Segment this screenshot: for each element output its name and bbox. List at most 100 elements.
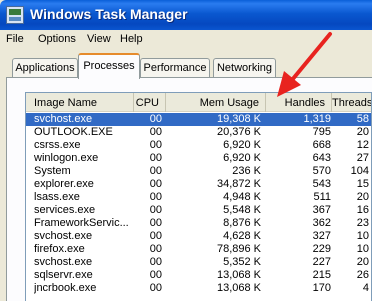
process-mem-usage: 6,920 K xyxy=(223,139,261,151)
process-handles: 215 xyxy=(312,269,331,281)
process-rows: svchost.exe 00 19,308 K 1,319 58 OUTLOOK.EXE 0… xyxy=(26,113,371,295)
process-handles: 327 xyxy=(312,230,331,242)
tab-processes[interactable]: Processes xyxy=(78,53,140,79)
process-threads: 15 xyxy=(356,178,369,190)
process-name: lsass.exe xyxy=(34,191,80,203)
process-threads: 12 xyxy=(356,139,369,151)
process-cpu: 00 xyxy=(149,191,162,203)
process-mem-usage: 4,948 K xyxy=(223,191,261,203)
process-row[interactable]: svchost.exe 00 4,628 K 327 10 xyxy=(26,230,371,243)
process-name: OUTLOOK.EXE xyxy=(34,126,113,138)
process-cpu: 00 xyxy=(149,217,162,229)
process-handles: 170 xyxy=(312,282,331,294)
menu-bar: File Options View Help xyxy=(0,30,372,50)
process-mem-usage: 4,628 K xyxy=(223,230,261,242)
process-mem-usage: 20,376 K xyxy=(216,126,261,138)
process-cpu: 00 xyxy=(149,269,162,281)
column-header-image-name[interactable]: Image Name xyxy=(26,93,134,112)
tab-applications[interactable]: Applications xyxy=(12,58,78,78)
process-handles: 1,319 xyxy=(303,113,331,125)
window-title: Windows Task Manager xyxy=(30,6,188,22)
process-cpu: 00 xyxy=(149,113,162,125)
process-threads: 16 xyxy=(356,204,369,216)
process-threads: 23 xyxy=(356,217,369,229)
process-mem-usage: 13,068 K xyxy=(216,282,261,294)
process-row[interactable]: svchost.exe 00 19,308 K 1,319 58 xyxy=(26,113,371,126)
process-cpu: 00 xyxy=(149,152,162,164)
process-threads: 26 xyxy=(356,269,369,281)
process-cpu: 00 xyxy=(149,204,162,216)
task-manager-app-icon xyxy=(6,6,24,24)
process-name: csrss.exe xyxy=(34,139,81,151)
process-threads: 58 xyxy=(356,113,369,125)
process-threads: 20 xyxy=(356,191,369,203)
process-handles: 570 xyxy=(312,165,331,177)
process-handles: 668 xyxy=(312,139,331,151)
process-handles: 362 xyxy=(312,217,331,229)
process-row[interactable]: OUTLOOK.EXE 00 20,376 K 795 20 xyxy=(26,126,371,139)
list-header: Image Name CPU Mem Usage Handles Threads xyxy=(26,93,371,112)
process-row[interactable]: firefox.exe 00 78,896 K 229 10 xyxy=(26,243,371,256)
process-cpu: 00 xyxy=(149,243,162,255)
process-handles: 795 xyxy=(312,126,331,138)
process-threads: 10 xyxy=(356,243,369,255)
process-cpu: 00 xyxy=(149,126,162,138)
process-name: svchost.exe xyxy=(34,113,93,125)
process-row[interactable]: csrss.exe 00 6,920 K 668 12 xyxy=(26,139,371,152)
process-row[interactable]: System 00 236 K 570 104 xyxy=(26,165,371,178)
process-name: svchost.exe xyxy=(34,230,93,242)
process-handles: 367 xyxy=(312,204,331,216)
tab-performance[interactable]: Performance xyxy=(140,58,210,78)
process-row[interactable]: services.exe 00 5,548 K 367 16 xyxy=(26,204,371,217)
process-cpu: 00 xyxy=(149,178,162,190)
column-header-handles[interactable]: Handles xyxy=(266,93,332,112)
column-header-threads[interactable]: Threads xyxy=(332,93,371,112)
process-mem-usage: 5,548 K xyxy=(223,204,261,216)
process-threads: 20 xyxy=(356,126,369,138)
process-threads: 10 xyxy=(356,230,369,242)
process-threads: 104 xyxy=(350,165,369,177)
process-mem-usage: 19,308 K xyxy=(216,113,261,125)
process-name: winlogon.exe xyxy=(34,152,99,164)
process-row[interactable]: sqlservr.exe 00 13,068 K 215 26 xyxy=(26,269,371,282)
process-handles: 511 xyxy=(313,191,331,203)
title-bar[interactable]: Windows Task Manager xyxy=(0,0,372,30)
menu-help[interactable]: Help xyxy=(120,33,143,45)
menu-options[interactable]: Options xyxy=(38,33,76,45)
process-name: sqlservr.exe xyxy=(34,269,93,281)
process-name: firefox.exe xyxy=(34,243,85,255)
process-mem-usage: 8,876 K xyxy=(223,217,261,229)
tab-strip: Applications Processes Performance Netwo… xyxy=(0,50,372,79)
process-threads: 4 xyxy=(362,282,369,294)
process-name: FrameworkServic... xyxy=(34,217,129,229)
process-threads: 27 xyxy=(356,152,369,164)
column-header-cpu[interactable]: CPU xyxy=(134,93,166,112)
process-mem-usage: 6,920 K xyxy=(223,152,261,164)
tab-networking[interactable]: Networking xyxy=(213,58,276,78)
process-mem-usage: 13,068 K xyxy=(216,269,261,281)
process-handles: 643 xyxy=(312,152,331,164)
process-name: svchost.exe xyxy=(34,256,93,268)
process-mem-usage: 34,872 K xyxy=(216,178,261,190)
process-mem-usage: 236 K xyxy=(232,165,261,177)
process-row[interactable]: winlogon.exe 00 6,920 K 643 27 xyxy=(26,152,371,165)
process-handles: 229 xyxy=(312,243,331,255)
process-cpu: 00 xyxy=(149,165,162,177)
process-cpu: 00 xyxy=(149,139,162,151)
menu-view[interactable]: View xyxy=(87,33,111,45)
process-mem-usage: 78,896 K xyxy=(216,243,261,255)
process-cpu: 00 xyxy=(149,230,162,242)
process-name: jncrbook.exe xyxy=(34,282,97,294)
process-handles: 227 xyxy=(312,256,331,268)
process-cpu: 00 xyxy=(149,282,162,294)
menu-file[interactable]: File xyxy=(6,33,24,45)
column-header-mem-usage[interactable]: Mem Usage xyxy=(166,93,266,112)
process-row[interactable]: explorer.exe 00 34,872 K 543 15 xyxy=(26,178,371,191)
process-name: services.exe xyxy=(34,204,96,216)
process-row[interactable]: svchost.exe 00 5,352 K 227 20 xyxy=(26,256,371,269)
process-list[interactable]: Image Name CPU Mem Usage Handles Threads… xyxy=(25,92,372,301)
process-row[interactable]: FrameworkServic... 00 8,876 K 362 23 xyxy=(26,217,371,230)
process-threads: 20 xyxy=(356,256,369,268)
process-row[interactable]: lsass.exe 00 4,948 K 511 20 xyxy=(26,191,371,204)
process-row[interactable]: jncrbook.exe 00 13,068 K 170 4 xyxy=(26,282,371,295)
